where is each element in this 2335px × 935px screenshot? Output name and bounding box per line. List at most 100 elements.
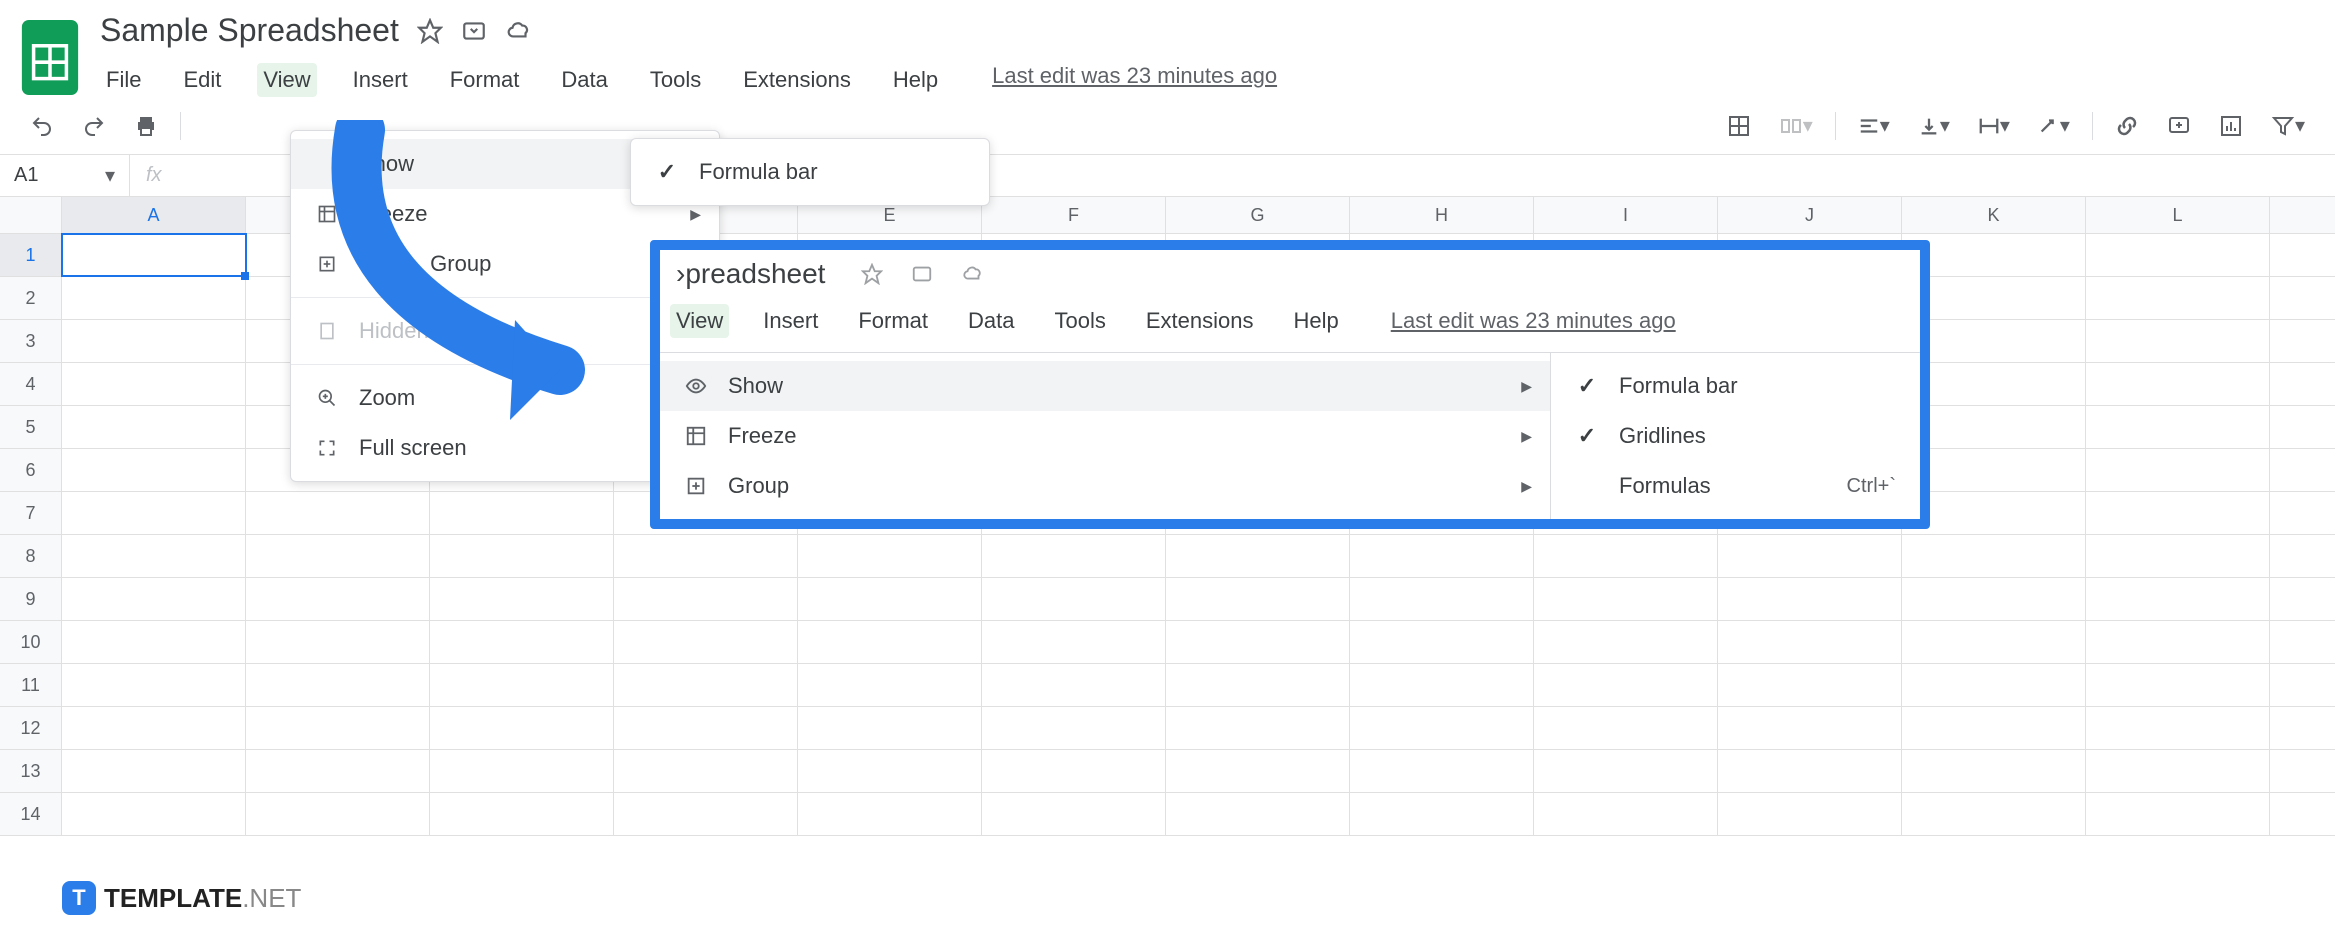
cell[interactable] [2086,363,2270,405]
cell[interactable] [246,793,430,835]
cell[interactable] [246,492,430,534]
menu-view[interactable]: View [257,63,316,97]
cell[interactable] [1902,535,2086,577]
row-header[interactable]: 2 [0,277,62,319]
cell[interactable] [2086,793,2270,835]
inner-menu-insert[interactable]: Insert [757,304,824,338]
cell[interactable] [2086,664,2270,706]
row-header[interactable]: 4 [0,363,62,405]
menu-insert[interactable]: Insert [347,63,414,97]
cell[interactable] [430,492,614,534]
row-header[interactable]: 13 [0,750,62,792]
cell[interactable] [1902,578,2086,620]
menu-help[interactable]: Help [887,63,944,97]
cell[interactable] [1718,621,1902,663]
row-header[interactable]: 11 [0,664,62,706]
cell[interactable] [62,492,246,534]
inner-menu-help[interactable]: Help [1287,304,1344,338]
cell[interactable] [798,535,982,577]
cell[interactable] [1718,664,1902,706]
cell[interactable] [982,578,1166,620]
inner-menu-format[interactable]: Format [852,304,934,338]
cell[interactable] [614,793,798,835]
inner-menu-tools[interactable]: Tools [1049,304,1112,338]
cell[interactable] [1718,707,1902,749]
cell[interactable] [430,664,614,706]
row-header[interactable]: 14 [0,793,62,835]
cell[interactable] [798,793,982,835]
redo-icon[interactable] [72,108,116,144]
star-icon[interactable] [861,263,883,285]
halign-icon[interactable]: ▾ [1848,107,1900,144]
cell[interactable] [62,664,246,706]
cell[interactable] [2086,234,2270,276]
cell[interactable] [982,793,1166,835]
col-header[interactable]: I [1534,197,1718,233]
cell[interactable] [982,707,1166,749]
undo-icon[interactable] [20,108,64,144]
menu-edit[interactable]: Edit [177,63,227,97]
cell[interactable] [1534,664,1718,706]
rotate-icon[interactable]: ▾ [2028,107,2080,144]
row-header[interactable]: 9 [0,578,62,620]
col-header[interactable]: G [1166,197,1350,233]
wrap-icon[interactable]: ▾ [1968,107,2020,144]
cell[interactable] [1902,793,2086,835]
cell[interactable] [62,449,246,491]
cell[interactable] [1534,793,1718,835]
cell[interactable] [62,578,246,620]
cell[interactable] [1350,793,1534,835]
name-box[interactable]: A1 ▾ [0,155,130,196]
cell[interactable] [982,535,1166,577]
inner-group[interactable]: Group ▶ [660,461,1550,511]
formula-bar-fx[interactable]: fx [130,156,178,195]
cell[interactable] [614,535,798,577]
cell[interactable] [62,793,246,835]
cell[interactable] [1166,621,1350,663]
cell[interactable] [1902,621,2086,663]
borders-icon[interactable] [1717,108,1761,144]
cell[interactable] [62,363,246,405]
row-header[interactable]: 8 [0,535,62,577]
row-header[interactable]: 1 [0,234,62,276]
cell[interactable] [430,621,614,663]
cell[interactable] [1350,621,1534,663]
cell[interactable] [1534,750,1718,792]
cell[interactable] [982,621,1166,663]
menu-tools[interactable]: Tools [644,63,707,97]
doc-title[interactable]: Sample Spreadsheet [100,12,399,49]
cell[interactable] [1166,707,1350,749]
show-formula-bar-bg[interactable]: ✓ Formula bar [631,147,989,197]
cell[interactable] [1166,793,1350,835]
move-icon[interactable] [461,18,487,44]
cell[interactable] [1718,578,1902,620]
cell[interactable] [1534,535,1718,577]
cell[interactable] [62,535,246,577]
col-header[interactable]: F [982,197,1166,233]
cell[interactable] [430,793,614,835]
col-header[interactable]: L [2086,197,2270,233]
cell[interactable] [62,320,246,362]
cell[interactable] [1350,707,1534,749]
cell[interactable] [2086,320,2270,362]
col-header[interactable]: K [1902,197,2086,233]
row-header[interactable]: 3 [0,320,62,362]
cell[interactable] [614,621,798,663]
cell[interactable] [1534,621,1718,663]
inner-formulas[interactable]: Formulas Ctrl+` [1551,461,1920,511]
cell[interactable] [798,707,982,749]
cell[interactable] [430,578,614,620]
cell[interactable] [1350,578,1534,620]
cell[interactable] [430,707,614,749]
row-header[interactable]: 7 [0,492,62,534]
cell[interactable] [62,621,246,663]
cell[interactable] [246,535,430,577]
sheets-logo[interactable] [20,20,80,95]
cell[interactable] [1166,578,1350,620]
filter-icon[interactable]: ▾ [2261,107,2315,144]
inner-formula-bar[interactable]: ✓ Formula bar [1551,361,1920,411]
cell[interactable] [62,234,246,276]
inner-last-edit[interactable]: Last edit was 23 minutes ago [1391,308,1676,334]
row-header[interactable]: 5 [0,406,62,448]
menu-file[interactable]: File [100,63,147,97]
